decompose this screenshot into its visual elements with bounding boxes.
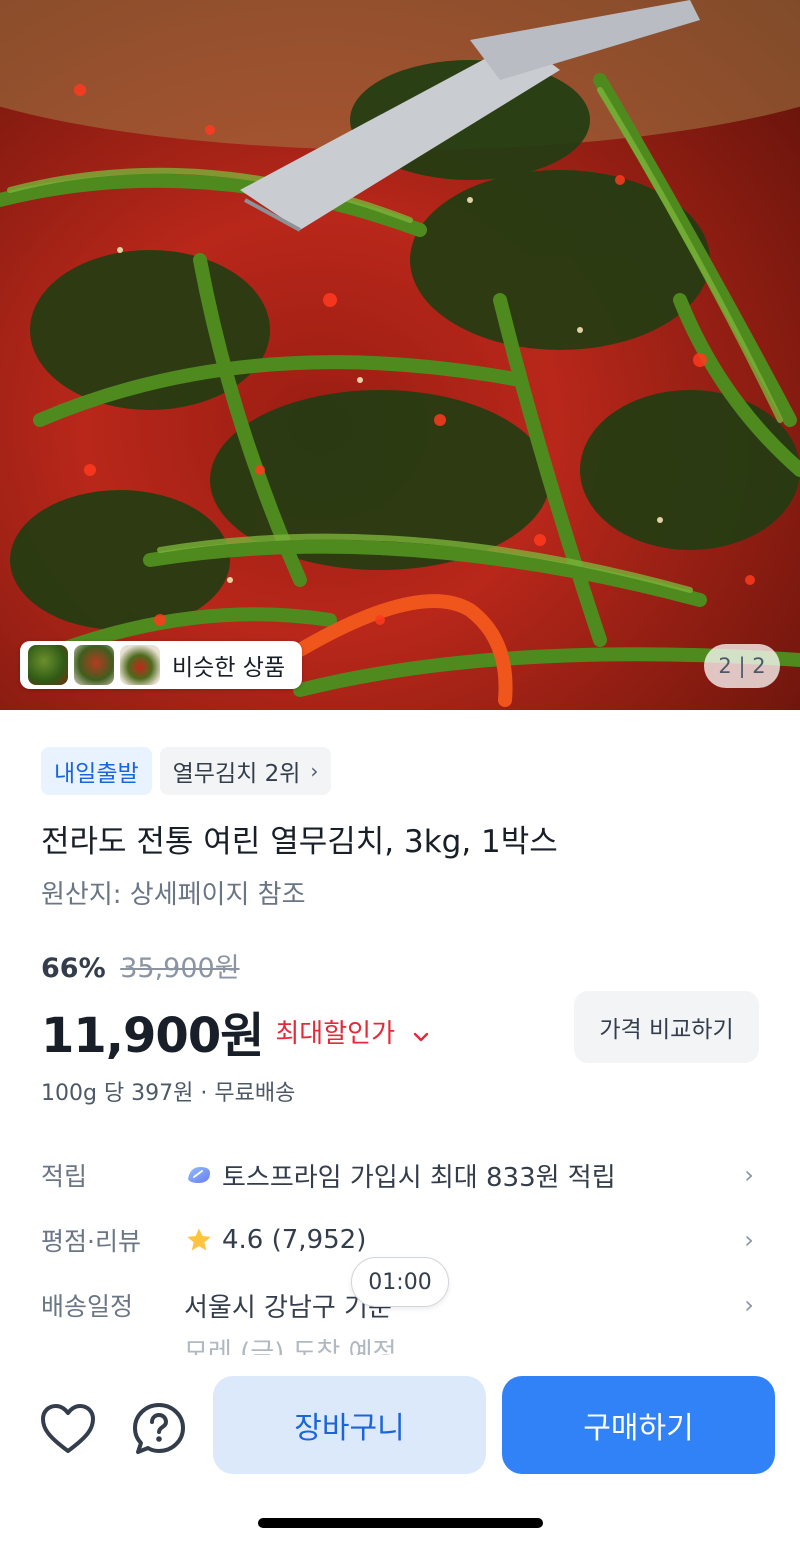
discount-rate: 66% <box>41 953 106 984</box>
sale-price: 11,900원 <box>41 1008 264 1064</box>
ranking-badge[interactable]: 열무김치 2위 › <box>159 747 332 795</box>
question-button[interactable] <box>127 1399 191 1463</box>
favorite-button[interactable] <box>36 1399 100 1463</box>
original-price: 35,900원 <box>120 953 240 984</box>
bottom-action-bar: 장바구니 구매하기 <box>0 1355 800 1545</box>
similar-product-thumbnail <box>120 645 160 685</box>
ranking-badge-label: 열무김치 2위 <box>172 761 301 787</box>
product-photo <box>0 0 800 707</box>
chevron-right-icon: › <box>744 1291 754 1319</box>
points-value: 토스프라임 가입시 최대 833원 적립 <box>222 1162 616 1193</box>
timer-bubble: 01:00 <box>351 1257 449 1307</box>
chevron-right-icon: › <box>310 759 319 783</box>
similar-products-label: 비슷한 상품 <box>172 655 286 681</box>
product-origin: 원산지: 상세페이지 참조 <box>41 880 306 910</box>
star-icon <box>184 1226 214 1254</box>
badge-row: 내일출발 열무김치 2위 › <box>41 747 332 795</box>
chevron-right-icon: › <box>744 1161 754 1189</box>
departure-badge: 내일출발 <box>41 747 152 795</box>
chevron-right-icon: › <box>744 1226 754 1254</box>
points-value-wrap: 토스프라임 가입시 최대 833원 적립 <box>184 1157 737 1194</box>
discount-row: 66% 35,900원 <box>41 946 240 985</box>
points-row[interactable]: 적립 토스프라임 가입시 최대 833원 적립 › <box>41 1150 761 1200</box>
question-bubble-icon <box>131 1401 187 1461</box>
delivery-key: 배송일정 <box>41 1292 134 1321</box>
heart-icon <box>39 1403 97 1459</box>
review-key: 평점·리뷰 <box>41 1227 141 1256</box>
home-indicator <box>258 1518 543 1528</box>
similar-product-thumbnail <box>74 645 114 685</box>
review-value-wrap: 4.6 (7,952) <box>184 1225 737 1255</box>
image-page-indicator: 2 | 2 <box>704 644 780 688</box>
similar-products-chip[interactable]: 비슷한 상품 <box>20 641 302 689</box>
price-compare-button[interactable]: 가격 비교하기 <box>574 991 759 1063</box>
review-value: 4.6 (7,952) <box>222 1225 367 1255</box>
delivery-value: 서울시 강남구 기준 <box>184 1292 392 1323</box>
product-title: 전라도 전통 여린 열무김치, 3kg, 1박스 <box>41 824 558 860</box>
departure-badge-label: 내일출발 <box>54 761 139 787</box>
buy-now-button[interactable]: 구매하기 <box>502 1376 775 1474</box>
similar-product-thumbnail <box>28 645 68 685</box>
unit-price-shipping: 100g 당 397원 · 무료배송 <box>41 1081 296 1106</box>
max-discount-label: 최대할인가 <box>275 1018 395 1049</box>
tossprime-icon <box>184 1163 214 1187</box>
price-row: 11,900원 최대할인가 <box>41 996 429 1066</box>
chevron-down-icon <box>413 1026 429 1047</box>
points-key: 적립 <box>41 1162 88 1191</box>
add-to-cart-button[interactable]: 장바구니 <box>213 1376 486 1474</box>
max-discount-toggle[interactable]: 최대할인가 <box>275 1013 429 1050</box>
product-image-carousel[interactable]: 비슷한 상품 2 | 2 <box>0 0 800 710</box>
